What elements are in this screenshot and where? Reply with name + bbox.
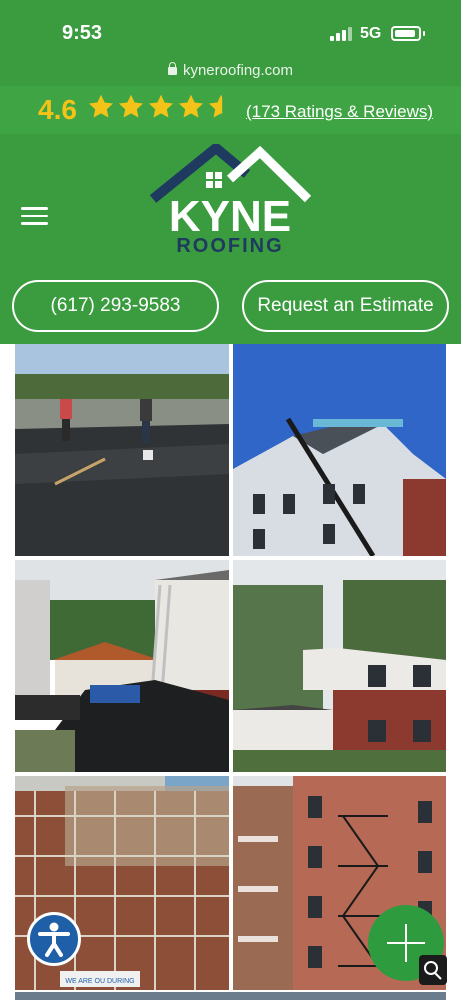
reviews-link[interactable]: (173 Ratings & Reviews) — [246, 102, 433, 122]
accessibility-button[interactable] — [27, 912, 81, 966]
call-phone-button[interactable]: (617) 293-9583 — [12, 280, 219, 332]
request-estimate-button[interactable]: Request an Estimate — [242, 280, 449, 332]
accessibility-icon — [38, 922, 70, 957]
half-star-icon — [208, 94, 223, 118]
rating-bar: 4.6 (173 Ratings & Reviews) — [0, 86, 461, 134]
signal-icon — [330, 27, 352, 41]
battery-tip — [423, 31, 425, 36]
logo-line1: KYNE — [169, 192, 291, 241]
status-bar: 9:53 5G — [0, 0, 461, 60]
site-header: 9:53 5G kyneroofing.com 4.6 (173 Ratings… — [0, 0, 461, 344]
gallery-photo-triple-decker[interactable] — [233, 344, 446, 556]
gallery-banner-text: WE ARE OU DURING — [65, 978, 134, 985]
gallery-photo-ladder-repair[interactable] — [15, 560, 229, 772]
zoom-icon[interactable] — [419, 955, 447, 985]
url-text: kyneroofing.com — [182, 62, 294, 79]
star-icon — [148, 94, 174, 118]
star-icon — [118, 94, 144, 118]
next-gallery-row — [15, 992, 446, 1000]
star-icon — [178, 94, 204, 118]
star-icon — [88, 94, 114, 118]
gallery-photo-roof-membrane[interactable] — [15, 344, 229, 556]
rating-score: 4.6 — [38, 94, 77, 125]
lock-icon — [167, 62, 177, 75]
hamburger-menu-icon[interactable] — [21, 207, 48, 225]
kyne-roofing-logo[interactable]: KYNE ROOFING — [148, 141, 313, 257]
battery-icon — [391, 26, 421, 41]
status-time: 9:53 — [62, 22, 103, 44]
address-bar[interactable]: kyneroofing.com — [0, 62, 461, 79]
network-label: 5G — [360, 25, 382, 42]
logo-line2: ROOFING — [176, 235, 283, 256]
gallery-photo-colonial-house[interactable] — [233, 560, 446, 772]
